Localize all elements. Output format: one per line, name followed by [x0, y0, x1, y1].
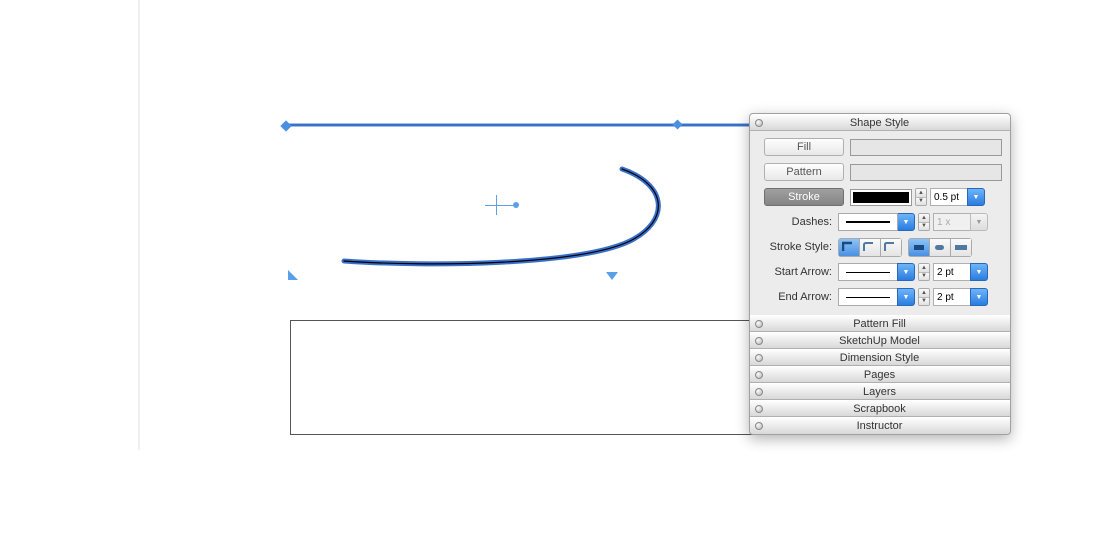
panel-title: Scrapbook: [763, 403, 1010, 415]
panel-title: Pattern Fill: [763, 318, 1010, 330]
start-arrow-size-dropdown[interactable]: ▼: [970, 263, 988, 281]
dash-scale-input[interactable]: 1 x: [933, 213, 971, 231]
panel-collapse-icon[interactable]: [755, 320, 763, 328]
start-arrow-row: Start Arrow: ▼ ▲▼ 2 pt ▼: [758, 262, 1002, 282]
panel-title: Shape Style: [763, 117, 1010, 129]
pattern-well[interactable]: [850, 164, 1002, 181]
panel-title: Instructor: [763, 420, 1010, 432]
selected-line-object[interactable]: [285, 123, 783, 127]
bounding-corner[interactable]: [288, 270, 298, 280]
start-arrow-label: Start Arrow:: [758, 266, 838, 278]
panel-title: Pages: [763, 369, 1010, 381]
dashes-select[interactable]: [838, 213, 898, 231]
corner-bevel-button[interactable]: [880, 238, 902, 257]
panel-collapse-icon[interactable]: [755, 371, 763, 379]
curve-object[interactable]: [340, 165, 680, 270]
pattern-toggle[interactable]: Pattern: [764, 163, 844, 181]
stroke-weight-input[interactable]: 0.5 pt: [930, 188, 968, 206]
canvas[interactable]: [140, 0, 650, 450]
panel-collapse-icon[interactable]: [755, 405, 763, 413]
dashes-dropdown[interactable]: ▼: [897, 213, 915, 231]
stroke-color-well[interactable]: [850, 189, 912, 206]
rectangle-object[interactable]: [290, 320, 780, 435]
bounding-mid[interactable]: [606, 272, 618, 280]
end-arrow-size-input[interactable]: 2 pt: [933, 288, 971, 306]
end-arrow-stepper[interactable]: ▲▼: [918, 288, 930, 306]
panel-header-shape-style[interactable]: Shape Style: [750, 114, 1010, 131]
panel-collapse-icon[interactable]: [755, 354, 763, 362]
dashes-row: Dashes: ▼ ▲▼ 1 x ▼: [758, 212, 1002, 232]
panel-title: Dimension Style: [763, 352, 1010, 364]
selection-handle[interactable]: [673, 120, 683, 130]
cap-style-group: [908, 238, 972, 257]
panel-header-dimension[interactable]: Dimension Style: [750, 349, 1010, 366]
end-arrow-dropdown[interactable]: ▼: [897, 288, 915, 306]
panel-collapse-icon[interactable]: [755, 422, 763, 430]
panel-title: Layers: [763, 386, 1010, 398]
start-arrow-size-input[interactable]: 2 pt: [933, 263, 971, 281]
inspector-panel[interactable]: Shape Style Fill Pattern Stroke ▲▼ 0.5 p…: [749, 113, 1011, 435]
cap-flat-button[interactable]: [908, 238, 930, 257]
end-arrow-label: End Arrow:: [758, 291, 838, 303]
cap-square-button[interactable]: [950, 238, 972, 257]
panel-header-scrapbook[interactable]: Scrapbook: [750, 400, 1010, 417]
stroke-weight-value: 0.5 pt: [934, 192, 959, 203]
shape-style-body: Fill Pattern Stroke ▲▼ 0.5 pt ▼ Dashes: …: [750, 131, 1010, 315]
panel-header-instructor[interactable]: Instructor: [750, 417, 1010, 434]
start-arrow-select[interactable]: [838, 263, 898, 281]
start-arrow-size-value: 2 pt: [937, 267, 954, 278]
panel-collapse-icon[interactable]: [755, 388, 763, 396]
end-arrow-size-value: 2 pt: [937, 292, 954, 303]
fill-color-well[interactable]: [850, 139, 1002, 156]
end-arrow-size-dropdown[interactable]: ▼: [970, 288, 988, 306]
end-arrow-select[interactable]: [838, 288, 898, 306]
panel-title: SketchUp Model: [763, 335, 1010, 347]
stroke-label: Stroke: [788, 191, 820, 203]
panel-header-layers[interactable]: Layers: [750, 383, 1010, 400]
panel-collapse-icon[interactable]: [755, 337, 763, 345]
end-arrow-row: End Arrow: ▼ ▲▼ 2 pt ▼: [758, 287, 1002, 307]
stroke-style-row: Stroke Style:: [758, 237, 1002, 257]
panel-header-pattern-fill[interactable]: Pattern Fill: [750, 315, 1010, 332]
stroke-weight-dropdown[interactable]: ▼: [967, 188, 985, 206]
stroke-color-stepper[interactable]: ▲▼: [915, 188, 927, 206]
fill-row: Fill: [758, 137, 1002, 157]
panel-collapse-icon[interactable]: [755, 119, 763, 127]
start-arrow-stepper[interactable]: ▲▼: [918, 263, 930, 281]
pattern-row: Pattern: [758, 162, 1002, 182]
corner-round-button[interactable]: [859, 238, 881, 257]
anchor-crosshair-icon: [485, 195, 513, 215]
pattern-label: Pattern: [786, 166, 821, 178]
panel-header-sketchup[interactable]: SketchUp Model: [750, 332, 1010, 349]
dash-scale-dropdown[interactable]: ▼: [970, 213, 988, 231]
panel-header-pages[interactable]: Pages: [750, 366, 1010, 383]
stroke-style-label: Stroke Style:: [758, 241, 838, 253]
dashes-stepper[interactable]: ▲▼: [918, 213, 930, 231]
dash-scale-value: 1 x: [937, 217, 950, 228]
cap-round-button[interactable]: [929, 238, 951, 257]
stroke-row: Stroke ▲▼ 0.5 pt ▼: [758, 187, 1002, 207]
stroke-toggle[interactable]: Stroke: [764, 188, 844, 206]
dashes-label: Dashes:: [758, 216, 838, 228]
start-arrow-dropdown[interactable]: ▼: [897, 263, 915, 281]
anchor-point[interactable]: [513, 202, 519, 208]
fill-toggle[interactable]: Fill: [764, 138, 844, 156]
fill-label: Fill: [797, 141, 811, 153]
corner-style-group: [838, 238, 902, 257]
corner-miter-button[interactable]: [838, 238, 860, 257]
